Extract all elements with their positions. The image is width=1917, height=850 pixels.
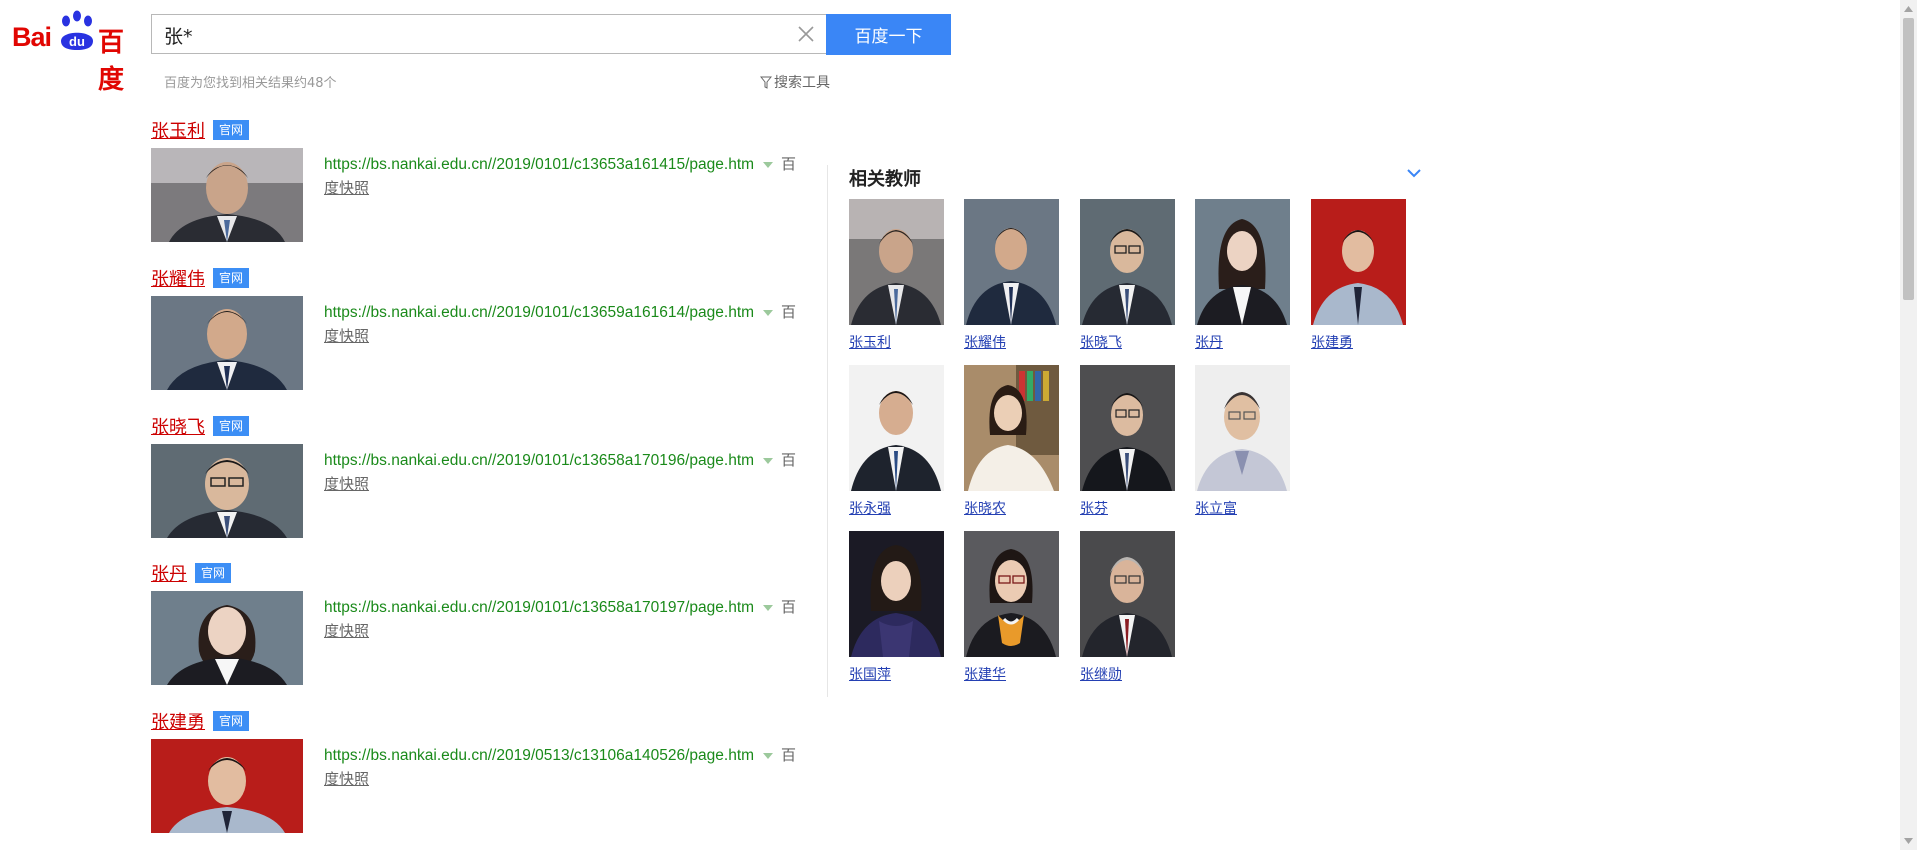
result-thumbnail[interactable] bbox=[151, 739, 303, 833]
teacher-card[interactable]: 张耀伟 bbox=[964, 199, 1059, 352]
official-site-badge[interactable]: 官网 bbox=[213, 268, 250, 288]
teacher-card[interactable]: 张继勋 bbox=[1080, 531, 1175, 684]
filter-icon bbox=[760, 76, 772, 89]
teacher-name-link[interactable]: 张继勋 bbox=[1080, 664, 1175, 684]
snapshot-link-start[interactable]: 百 bbox=[781, 451, 796, 469]
result-title-link[interactable]: 张玉利 bbox=[151, 117, 205, 143]
teacher-name-link[interactable]: 张晓农 bbox=[964, 498, 1059, 518]
teacher-card[interactable]: 张国萍 bbox=[849, 531, 944, 684]
caret-down-icon[interactable] bbox=[763, 309, 774, 317]
result-count: 百度为您找到相关结果约48个 bbox=[164, 76, 337, 91]
result-thumbnail[interactable] bbox=[151, 444, 303, 538]
teacher-name-link[interactable]: 张立富 bbox=[1195, 498, 1290, 518]
teacher-card[interactable]: 张立富 bbox=[1195, 365, 1290, 518]
official-site-badge[interactable]: 官网 bbox=[195, 563, 232, 583]
result-title-link[interactable]: 张耀伟 bbox=[151, 265, 205, 291]
scroll-up-arrow-icon[interactable] bbox=[1904, 6, 1913, 12]
scroll-down-arrow-icon[interactable] bbox=[1904, 838, 1913, 844]
result-title-link[interactable]: 张丹 bbox=[151, 560, 187, 586]
caret-down-icon[interactable] bbox=[763, 457, 774, 465]
baidu-snapshot-link[interactable]: 度快照 bbox=[324, 177, 369, 198]
teacher-card[interactable]: 张永强 bbox=[849, 365, 944, 518]
teacher-name-link[interactable]: 张晓飞 bbox=[1080, 332, 1175, 352]
search-result: 张建勇 官网 https://bs.nankai.edu.cn//2019/05… bbox=[151, 709, 831, 849]
teacher-card[interactable]: 张建勇 bbox=[1311, 199, 1406, 352]
search-input[interactable] bbox=[162, 15, 766, 55]
official-site-badge[interactable]: 官网 bbox=[213, 711, 250, 731]
teacher-photo[interactable] bbox=[1195, 365, 1290, 491]
baidu-logo[interactable]: Bai du 百度 bbox=[12, 8, 142, 95]
teacher-photo[interactable] bbox=[1080, 365, 1175, 491]
teacher-card[interactable]: 张晓农 bbox=[964, 365, 1059, 518]
search-result: 张玉利 官网 https://bs.nankai.edu.cn//2019/01… bbox=[151, 118, 831, 258]
snapshot-link-start[interactable]: 百 bbox=[781, 598, 796, 616]
baidu-snapshot-link[interactable]: 度快照 bbox=[324, 325, 369, 346]
snapshot-link-start[interactable]: 百 bbox=[781, 303, 796, 321]
teacher-card[interactable]: 张晓飞 bbox=[1080, 199, 1175, 352]
search-box bbox=[151, 14, 826, 55]
teacher-photo[interactable] bbox=[849, 531, 944, 657]
logo-text-du: du bbox=[69, 34, 85, 49]
teacher-photo[interactable] bbox=[964, 199, 1059, 325]
result-thumbnail[interactable] bbox=[151, 591, 303, 685]
teacher-photo[interactable] bbox=[1080, 531, 1175, 657]
snapshot-link-start[interactable]: 百 bbox=[781, 746, 796, 764]
result-thumbnail[interactable] bbox=[151, 296, 303, 390]
teacher-name-link[interactable]: 张永强 bbox=[849, 498, 944, 518]
search-tools-label: 搜索工具 bbox=[774, 75, 830, 91]
teacher-name-link[interactable]: 张丹 bbox=[1195, 332, 1290, 352]
official-site-badge[interactable]: 官网 bbox=[213, 416, 250, 436]
scrollbar-thumb[interactable] bbox=[1903, 18, 1914, 300]
clear-icon[interactable] bbox=[796, 24, 816, 44]
teacher-photo[interactable] bbox=[964, 365, 1059, 491]
teacher-card[interactable]: 张建华 bbox=[964, 531, 1059, 684]
search-tools-button[interactable]: 搜索工具 bbox=[760, 72, 830, 92]
chevron-down-icon[interactable] bbox=[1405, 164, 1423, 182]
teacher-photo[interactable] bbox=[849, 199, 944, 325]
search-result: 张丹 官网 https://bs.nankai.edu.cn//2019/010… bbox=[151, 561, 831, 701]
snapshot-link-start[interactable]: 百 bbox=[781, 155, 796, 173]
teacher-name-link[interactable]: 张建勇 bbox=[1311, 332, 1406, 352]
teacher-card[interactable]: 张芬 bbox=[1080, 365, 1175, 518]
teacher-photo[interactable] bbox=[849, 365, 944, 491]
search-result: 张耀伟 官网 https://bs.nankai.edu.cn//2019/01… bbox=[151, 266, 831, 406]
result-title-link[interactable]: 张晓飞 bbox=[151, 413, 205, 439]
teacher-photo[interactable] bbox=[964, 531, 1059, 657]
teacher-name-link[interactable]: 张耀伟 bbox=[964, 332, 1059, 352]
baidu-snapshot-link[interactable]: 度快照 bbox=[324, 473, 369, 494]
search-result: 张晓飞 官网 https://bs.nankai.edu.cn//2019/01… bbox=[151, 414, 831, 554]
teacher-name-link[interactable]: 张建华 bbox=[964, 664, 1059, 684]
related-teachers-title: 相关教师 bbox=[849, 169, 921, 190]
result-url-link[interactable]: https://bs.nankai.edu.cn//2019/0513/c131… bbox=[324, 747, 754, 764]
teacher-photo[interactable] bbox=[1195, 199, 1290, 325]
teacher-card[interactable]: 张丹 bbox=[1195, 199, 1290, 352]
teacher-name-link[interactable]: 张芬 bbox=[1080, 498, 1175, 518]
teacher-photo[interactable] bbox=[1311, 199, 1406, 325]
logo-text-baidu-cn: 百度 bbox=[98, 28, 125, 95]
result-url-link[interactable]: https://bs.nankai.edu.cn//2019/0101/c136… bbox=[324, 452, 754, 469]
search-button[interactable]: 百度一下 bbox=[826, 14, 951, 55]
caret-down-icon[interactable] bbox=[763, 161, 774, 169]
result-url-link[interactable]: https://bs.nankai.edu.cn//2019/0101/c136… bbox=[324, 599, 754, 616]
teacher-card[interactable]: 张玉利 bbox=[849, 199, 944, 352]
result-url-link[interactable]: https://bs.nankai.edu.cn//2019/0101/c136… bbox=[324, 304, 754, 321]
result-title-link[interactable]: 张建勇 bbox=[151, 708, 205, 734]
column-separator bbox=[827, 165, 828, 697]
vertical-scrollbar[interactable] bbox=[1900, 0, 1917, 850]
caret-down-icon[interactable] bbox=[763, 752, 774, 760]
logo-text-bai: Bai bbox=[12, 22, 52, 52]
teacher-name-link[interactable]: 张玉利 bbox=[849, 332, 944, 352]
result-thumbnail[interactable] bbox=[151, 148, 303, 242]
official-site-badge[interactable]: 官网 bbox=[213, 120, 250, 140]
baidu-snapshot-link[interactable]: 度快照 bbox=[324, 620, 369, 641]
result-url-link[interactable]: https://bs.nankai.edu.cn//2019/0101/c136… bbox=[324, 156, 754, 173]
teacher-name-link[interactable]: 张国萍 bbox=[849, 664, 944, 684]
baidu-paw-icon: du bbox=[61, 10, 93, 50]
caret-down-icon[interactable] bbox=[763, 604, 774, 612]
baidu-snapshot-link[interactable]: 度快照 bbox=[324, 768, 369, 789]
teacher-photo[interactable] bbox=[1080, 199, 1175, 325]
